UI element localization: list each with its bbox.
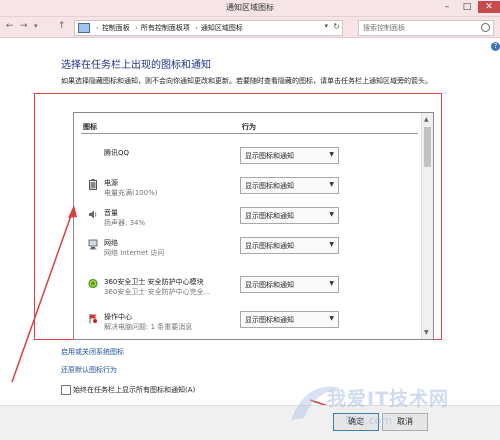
watermark-text: 我爱IT技术网 bbox=[327, 388, 450, 410]
control-panel-window: 通知区域图标 – □ ✕ ← → ▾ ↑ › 控制面板 › 所有控制面板项 › 通知区… bbox=[0, 0, 500, 440]
annotation-arrows bbox=[11, 205, 363, 419]
watermark-url: 52ij.com bbox=[345, 414, 393, 427]
